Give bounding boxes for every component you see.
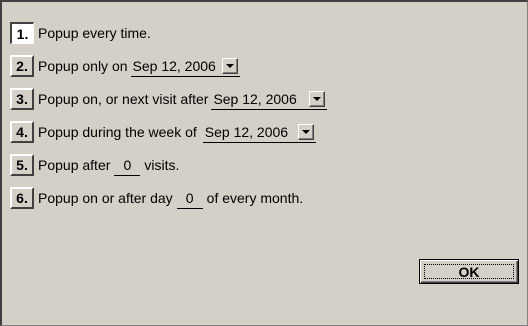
visits-count-input[interactable]: 0: [114, 155, 141, 176]
option-2-button[interactable]: 2.: [10, 55, 34, 77]
option-2-date-select[interactable]: Sep 12, 2006: [130, 55, 240, 77]
ok-button[interactable]: OK: [419, 259, 519, 284]
option-4-date-select[interactable]: Sep 12, 2006: [202, 121, 317, 143]
option-3-date-value: Sep 12, 2006: [213, 90, 297, 107]
option-4-button[interactable]: 4.: [10, 121, 34, 143]
option-1-label: Popup every time.: [38, 25, 151, 41]
option-5-label-before: Popup after: [38, 157, 111, 173]
option-6-label-after: of every month.: [206, 190, 304, 206]
option-2-date-value: Sep 12, 2006: [132, 57, 216, 74]
option-row-1: 1. Popup every time.: [10, 22, 151, 44]
popup-frequency-dialog: 1. Popup every time. 2. Popup only on Se…: [0, 0, 528, 326]
option-6-button[interactable]: 6.: [10, 187, 34, 209]
option-6-label-before: Popup on or after day: [38, 190, 173, 206]
option-row-4: 4. Popup during the week of Sep 12, 2006: [10, 121, 317, 143]
focus-rect: [424, 264, 514, 279]
option-5-label-after: visits.: [144, 157, 180, 173]
dropdown-arrow-icon[interactable]: [308, 90, 325, 107]
option-row-5: 5. Popup after 0 visits.: [10, 154, 179, 176]
dropdown-arrow-icon[interactable]: [221, 57, 238, 74]
option-row-6: 6. Popup on or after day 0 of every mont…: [10, 187, 303, 209]
option-3-label: Popup on, or next visit after: [38, 91, 209, 107]
option-5-button[interactable]: 5.: [10, 154, 34, 176]
option-2-label: Popup only on: [38, 58, 128, 74]
dropdown-arrow-icon[interactable]: [298, 123, 315, 140]
day-of-month-input[interactable]: 0: [176, 188, 203, 209]
option-3-date-select[interactable]: Sep 12, 2006: [211, 88, 327, 110]
option-1-button[interactable]: 1.: [10, 22, 34, 44]
option-row-3: 3. Popup on, or next visit after Sep 12,…: [10, 88, 327, 110]
option-3-button[interactable]: 3.: [10, 88, 34, 110]
option-row-2: 2. Popup only on Sep 12, 2006: [10, 55, 240, 77]
option-4-label: Popup during the week of: [38, 124, 197, 140]
option-4-date-value: Sep 12, 2006: [204, 123, 289, 140]
